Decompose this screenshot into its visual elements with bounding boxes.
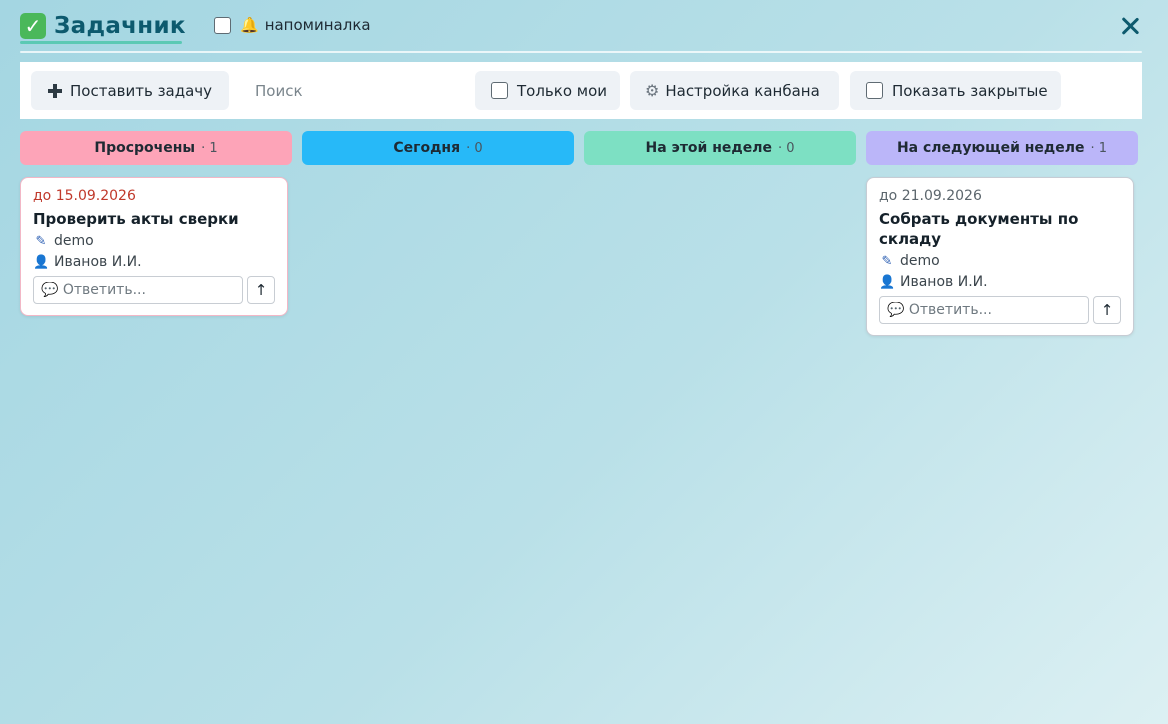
add-task-label: Поставить задачу: [70, 81, 213, 100]
gear-icon: ⚙: [645, 81, 660, 100]
column-title: Сегодня: [393, 140, 461, 156]
show-closed-checkbox[interactable]: [866, 82, 883, 99]
reply-row: ↑: [879, 296, 1121, 324]
column-header: Сегодня · 0: [302, 131, 574, 165]
column-this-week: На этой неделе · 0: [584, 131, 856, 165]
task-author: ✎ demo: [879, 253, 1121, 270]
reply-row: ↑: [33, 276, 275, 304]
task-card[interactable]: до 21.09.2026 Собрать документы по склад…: [866, 177, 1134, 336]
app-title: ✓ Задачник: [20, 6, 186, 46]
title-underline: [20, 41, 182, 44]
task-assignee-name: Иванов И.И.: [54, 254, 142, 270]
send-reply-button[interactable]: ↑: [247, 276, 275, 304]
task-title[interactable]: Проверить акты сверки: [33, 209, 275, 229]
task-author-name: demo: [900, 253, 940, 269]
column-title: На следующей неделе: [896, 140, 1085, 156]
column-title: Просрочены: [94, 140, 196, 156]
column-count: · 1: [1090, 140, 1108, 156]
column-next-week: На следующей неделе · 1 до 21.09.2026 Со…: [866, 131, 1138, 336]
reminder-checkbox[interactable]: [214, 16, 231, 34]
reminder-toggle[interactable]: 🔔 напоминалка: [214, 16, 371, 34]
column-overdue: Просрочены · 1 до 15.09.2026 Проверить а…: [20, 131, 292, 316]
check-box-icon: ✓: [20, 13, 46, 39]
user-icon: 👤: [33, 255, 50, 270]
task-card[interactable]: до 15.09.2026 Проверить акты сверки ✎ de…: [20, 177, 288, 316]
close-icon[interactable]: [1118, 14, 1142, 38]
reminder-label: напоминалка: [264, 16, 371, 34]
add-task-button[interactable]: Поставить задачу: [31, 71, 229, 110]
column-header: На этой неделе · 0: [584, 131, 856, 165]
column-count: · 0: [466, 140, 483, 156]
plus-icon: [48, 83, 62, 98]
reply-input[interactable]: [33, 276, 243, 304]
pen-icon: ✎: [35, 234, 47, 249]
bell-icon: 🔔: [240, 16, 259, 34]
reply-input[interactable]: [879, 296, 1089, 324]
task-due-date: до 21.09.2026: [879, 188, 982, 204]
search-input[interactable]: [243, 71, 463, 110]
task-assignee: 👤 Иванов И.И.: [33, 254, 275, 271]
toolbar: Поставить задачу Только мои ⚙ Настройка …: [20, 62, 1142, 119]
column-title: На этой неделе: [645, 140, 772, 156]
header-divider: [20, 51, 1142, 53]
send-reply-button[interactable]: ↑: [1093, 296, 1121, 324]
task-author-name: demo: [54, 233, 94, 249]
user-icon: 👤: [879, 275, 896, 290]
only-mine-toggle[interactable]: Только мои: [475, 71, 620, 110]
task-assignee-name: Иванов И.И.: [900, 274, 988, 290]
header: ✓ Задачник 🔔 напоминалка: [20, 6, 1142, 54]
kanban-settings-button[interactable]: ⚙ Настройка канбана: [630, 71, 839, 110]
task-due-date: до 15.09.2026: [33, 188, 136, 204]
pen-icon: ✎: [881, 254, 893, 269]
column-count: · 1: [201, 140, 218, 156]
kanban-settings-label: Настройка канбана: [665, 81, 820, 100]
column-header: Просрочены · 1: [20, 131, 292, 165]
task-title[interactable]: Собрать документы по складу: [879, 209, 1121, 249]
only-mine-checkbox[interactable]: [491, 82, 508, 99]
column-today: Сегодня · 0: [302, 131, 574, 165]
column-count: · 0: [777, 140, 795, 156]
page-title: Задачник: [54, 13, 186, 39]
only-mine-label: Только мои: [517, 81, 608, 100]
show-closed-toggle[interactable]: Показать закрытые: [850, 71, 1061, 110]
task-assignee: 👤 Иванов И.И.: [879, 274, 1121, 291]
column-header: На следующей неделе · 1: [866, 131, 1138, 165]
show-closed-label: Показать закрытые: [892, 81, 1048, 100]
task-author: ✎ demo: [33, 233, 275, 250]
